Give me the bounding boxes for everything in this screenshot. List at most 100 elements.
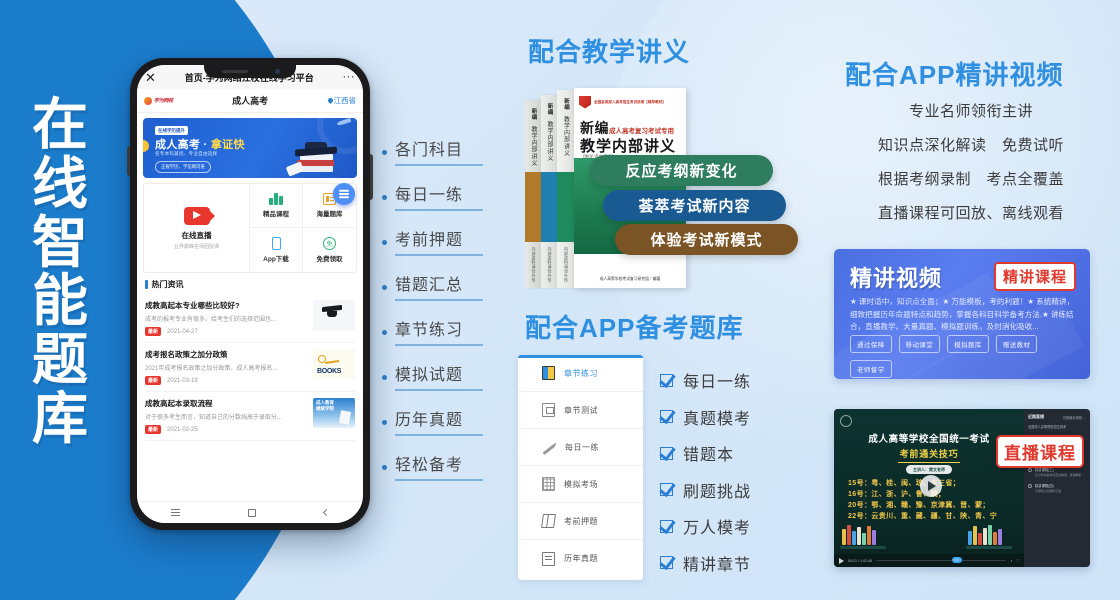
feature-cell-app-download[interactable]: App下载 bbox=[250, 228, 303, 272]
banner-pill: 正规学历、学信网可查 bbox=[155, 161, 211, 173]
card-tag[interactable]: 老师督学 bbox=[850, 360, 892, 378]
episode-name: 精讲课程(四) bbox=[1035, 484, 1054, 489]
live-course-stamp-badge: 直播课程 bbox=[996, 435, 1084, 468]
live-stream-card[interactable]: 在线直播 业界巅峰名师团授课 bbox=[144, 184, 250, 272]
spine-label-bottom: 内部资料请勿外传 bbox=[564, 246, 569, 282]
cover-title-big: 教学内部讲义 bbox=[580, 138, 677, 155]
feature-cell-label: 精品课程 bbox=[263, 211, 289, 218]
app-hero-banner[interactable]: 在线学历提升 成人高考 · 拿证快 名专本科兼招、专业自由选择 正规学历、学信网… bbox=[143, 118, 357, 178]
playlist-more-link[interactable]: 切换缓存课程 → bbox=[1063, 415, 1086, 420]
cover-top-note: 全国各类成人高考招生考试适用【辅导教材】 bbox=[594, 99, 666, 104]
cover-title-text: 新编 bbox=[580, 120, 609, 136]
bank-menu-item[interactable]: 每日一练 bbox=[518, 429, 643, 466]
jingjiang-video-card[interactable]: 精讲视频 精讲课程 ★ 课时适中，知识点全面；★ 万能模板，考的利题！★ 系统精… bbox=[834, 249, 1090, 379]
books-section-heading: 配合教学讲义 bbox=[528, 37, 691, 67]
list-item: 模拟试题 bbox=[382, 361, 502, 391]
list-item[interactable]: 成教高起本专业哪些比较好? 成考的报考专业有很多，给考生们的选择范围也... 最… bbox=[145, 294, 355, 343]
fullscreen-icon[interactable]: ⛶ bbox=[1016, 559, 1019, 563]
title-char: 库 bbox=[32, 386, 89, 450]
bank-menu-item[interactable]: 章节练习 bbox=[518, 355, 643, 392]
close-icon[interactable]: ✕ bbox=[145, 71, 156, 84]
bullet-dot-icon bbox=[382, 195, 387, 200]
play-button[interactable] bbox=[920, 475, 942, 497]
channel-logo-icon bbox=[840, 415, 852, 427]
floating-menu-button[interactable] bbox=[333, 183, 355, 205]
check-icon bbox=[660, 410, 673, 424]
banner-subtitle: 名专本科兼招、专业自由选择 bbox=[155, 151, 218, 156]
card-tag[interactable]: 通过保障 bbox=[850, 335, 892, 353]
card-stamp-badge: 精讲课程 bbox=[993, 262, 1076, 291]
logo-text: 学为网校 bbox=[154, 98, 173, 104]
book-spine: 新编 教学内部讲义 内部资料请勿外传 bbox=[525, 100, 542, 288]
banner-headline: 成人高考 · 拿证快 bbox=[155, 136, 245, 152]
bank-menu-label: 历年真题 bbox=[564, 554, 598, 563]
bank-menu-item[interactable]: 考前押题 bbox=[518, 503, 643, 540]
video-line: 知识点深化解读 免费试听 bbox=[877, 137, 1064, 154]
feature-cell-free-claim[interactable]: 免 免费领取 bbox=[303, 228, 356, 272]
book-spine: 新编 教学内部讲义 内部资料请勿外传 bbox=[557, 90, 575, 288]
list-item: 精讲章节 bbox=[660, 545, 800, 582]
bar-chart-icon bbox=[269, 193, 284, 205]
spine-label-mid: 教学内部讲义 bbox=[530, 126, 536, 167]
check-icon bbox=[660, 373, 673, 387]
bullet-dot-icon bbox=[382, 420, 387, 425]
card-tag[interactable]: 赠送教材 bbox=[995, 335, 1038, 353]
banner-headline-part1: 成人高考 · bbox=[155, 139, 211, 151]
play-icon[interactable] bbox=[839, 557, 844, 564]
more-options-icon[interactable]: ··· bbox=[343, 71, 356, 83]
bank-menu-item[interactable]: 模拟考场 bbox=[518, 466, 643, 503]
title-char: 智 bbox=[32, 210, 89, 274]
menu-icon[interactable] bbox=[171, 511, 180, 514]
phone-icon bbox=[271, 237, 281, 250]
feature-pill: 荟萃考试新内容 bbox=[603, 190, 786, 221]
back-icon[interactable] bbox=[322, 508, 331, 517]
playback-speed-badge[interactable]: 1.0 bbox=[951, 556, 962, 563]
app-bank-menu-panel: 章节练习 章节测试 每日一练 模拟考场 考前押题 历年真题 bbox=[518, 355, 643, 580]
card-description: ★ 课时适中，知识点全面；★ 万能模板，考的利题！★ 系统精讲，细致把握历年命题… bbox=[850, 297, 1075, 332]
bookshelf-decor bbox=[840, 523, 888, 549]
checklist-label: 错题本 bbox=[683, 447, 735, 465]
list-item[interactable]: 成教高起本录取流程 对于很多考生而言，知道自己的分数线高于录取分... 最新 2… bbox=[145, 392, 355, 441]
news-desc: 对于很多考生而言，知道自己的分数线高于录取分... bbox=[145, 415, 283, 421]
app-title: 成人高考 bbox=[232, 96, 269, 106]
playlist-item[interactable]: 精讲课程(四) 计算机公式解析汇编 bbox=[1028, 483, 1086, 493]
playlist-title: 近期直播 bbox=[1028, 414, 1044, 419]
list-item: 万人模考 bbox=[660, 508, 800, 545]
video-progress-slider[interactable]: 1.0 bbox=[875, 556, 1007, 563]
feature-cell-courses[interactable]: 精品课程 bbox=[250, 184, 303, 228]
card-tag[interactable]: 模拟题库 bbox=[947, 335, 989, 353]
speaker-pill: 主讲人：樊文老师 bbox=[906, 465, 952, 474]
volume-icon[interactable]: ◗ bbox=[1010, 559, 1012, 563]
list-item: 考前押题 bbox=[382, 226, 502, 256]
bank-menu-item[interactable]: 章节测试 bbox=[518, 392, 643, 429]
list-item: 刷题挑战 bbox=[660, 472, 800, 509]
bank-menu-item[interactable]: 历年真题 bbox=[518, 540, 643, 577]
news-thumb-label: BOOKS bbox=[317, 368, 342, 375]
checklist-label: 真题模考 bbox=[683, 410, 752, 428]
radio-icon bbox=[1028, 484, 1032, 489]
list-item[interactable]: 成考报名政策之加分政策 2021年成考报名政策之加分政策，成人高考报名... 最… bbox=[145, 343, 355, 392]
list-item: 各门科目 bbox=[382, 136, 502, 166]
banner-graduation-art bbox=[285, 128, 343, 177]
playlist-item[interactable]: 精讲课程(三) 高分作文素材与范文精讲、真题解析 bbox=[1028, 467, 1086, 477]
news-list: 成教高起本专业哪些比较好? 成考的报考专业有很多，给考生们的选择范围也... 最… bbox=[145, 294, 355, 501]
card-tag[interactable]: 移动课堂 bbox=[898, 335, 941, 353]
checklist-label: 刷题挑战 bbox=[683, 483, 752, 501]
card-tag-list: 通过保障 移动课堂 模拟题库 赠送教材 老师督学 bbox=[850, 335, 1076, 378]
schedule-line: 22号：云贵川、重、藏、疆、甘、陕、青、宁 bbox=[848, 512, 998, 520]
news-date: 2021-02-25 bbox=[167, 426, 198, 433]
bullet-label: 轻松备考 bbox=[395, 457, 464, 474]
home-icon[interactable] bbox=[248, 508, 256, 517]
live-course-video-card[interactable]: 成人高等学校全国统一考试 考前通关技巧 主讲人：樊文老师 15号：粤、桂、闽、琼… bbox=[834, 409, 1090, 567]
status-badge: 最新 bbox=[145, 376, 162, 385]
video-player-area[interactable]: 成人高等学校全国统一考试 考前通关技巧 主讲人：樊文老师 15号：粤、桂、闽、琼… bbox=[834, 409, 1024, 567]
check-icon bbox=[660, 519, 673, 533]
location-selector[interactable]: 江西省 bbox=[326, 95, 356, 106]
video-controls-bar[interactable]: 00:21 / 1:02:46 1.0 ◗ ⛶ bbox=[834, 554, 1024, 567]
bullet-label: 历年真题 bbox=[395, 412, 464, 429]
cover-title-red: 成人高考复习考试专用 bbox=[609, 128, 674, 135]
bullet-label: 每日一练 bbox=[395, 187, 464, 204]
feature-cell-label: 海量题库 bbox=[316, 211, 343, 218]
bullet-dot-icon bbox=[382, 330, 387, 335]
news-thumbnail bbox=[313, 300, 355, 330]
